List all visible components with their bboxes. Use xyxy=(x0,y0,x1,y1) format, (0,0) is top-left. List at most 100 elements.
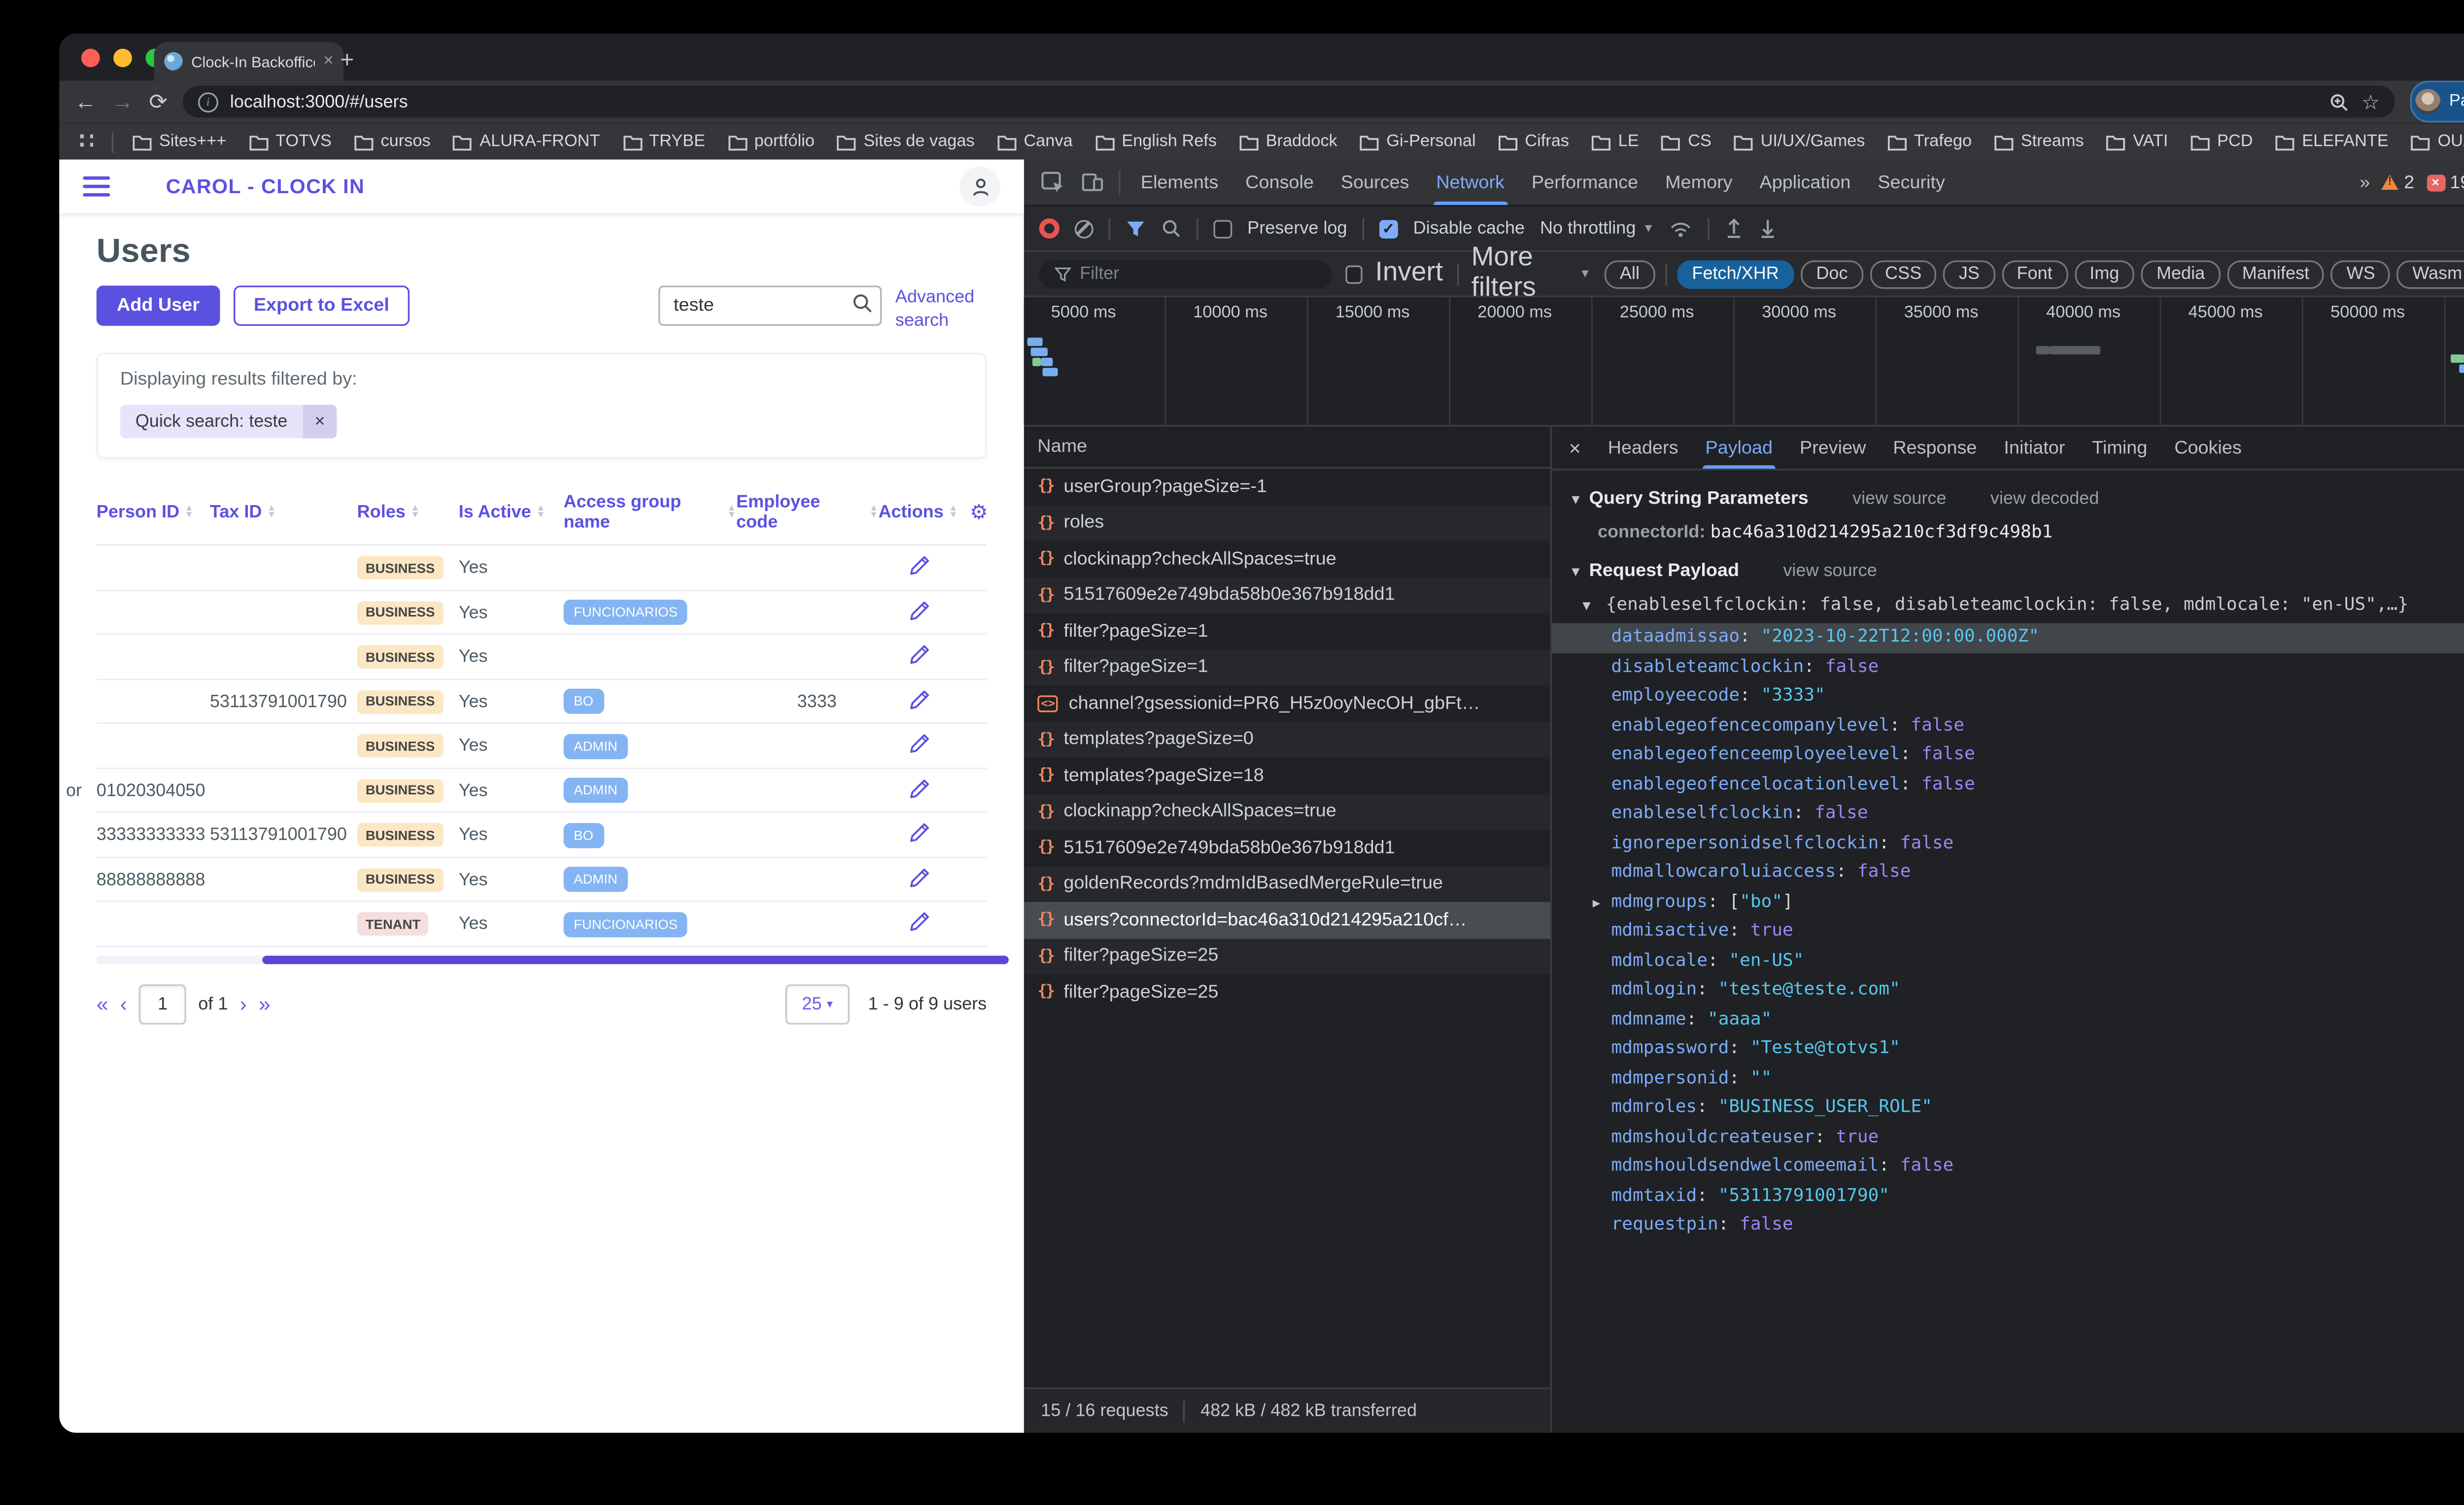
address-bar[interactable]: i localhost:3000/#/users ☆ xyxy=(182,85,2395,118)
bookmark-item[interactable]: Trafego xyxy=(1887,133,1972,151)
bookmark-item[interactable]: Gi-Personal xyxy=(1359,133,1476,151)
devtools-tab-elements[interactable]: Elements xyxy=(1127,160,1232,205)
collapse-icon[interactable]: ▼ xyxy=(1569,492,1582,508)
detail-tab-response[interactable]: Response xyxy=(1880,427,1990,469)
payload-entry[interactable]: mdmallowcaroluiaccess: false xyxy=(1552,858,2464,888)
request-row[interactable]: {} clockinapp?checkAllSpaces=true xyxy=(1024,793,1550,830)
edit-pencil-icon[interactable] xyxy=(878,599,930,620)
column-header-is-active[interactable]: Is Active ▲ ▼ xyxy=(459,503,564,523)
edit-pencil-icon[interactable] xyxy=(878,732,930,754)
table-row[interactable]: BUSINESS Yes xyxy=(96,636,987,680)
request-row[interactable]: {} goldenRecords?mdmIdBasedMergeRule=true xyxy=(1024,866,1550,902)
minimize-window-button[interactable] xyxy=(113,48,132,68)
site-info-icon[interactable]: i xyxy=(198,91,218,112)
zoom-in-icon[interactable] xyxy=(2329,92,2350,112)
request-row[interactable]: {} filter?pageSize=1 xyxy=(1024,649,1550,685)
inspect-element-icon[interactable] xyxy=(1032,160,1073,205)
request-type-chip-doc[interactable]: Doc xyxy=(1801,259,1863,288)
bookmark-item[interactable]: TOTVS xyxy=(248,133,332,151)
import-har-icon[interactable] xyxy=(1725,218,1744,239)
browser-tab[interactable]: Clock-In Backoffice | Dashbo × xyxy=(154,42,344,81)
menu-icon[interactable] xyxy=(83,176,110,197)
request-type-chip-font[interactable]: Font xyxy=(2001,259,2068,288)
search-input[interactable] xyxy=(658,285,882,326)
close-window-button[interactable] xyxy=(81,48,100,68)
column-header-tax-id[interactable]: Tax ID ▲ ▼ xyxy=(210,503,357,523)
edit-pencil-icon[interactable] xyxy=(878,911,930,932)
payload-entry[interactable]: disableteamclockin: false xyxy=(1552,652,2464,682)
filter-chip-close-icon[interactable]: × xyxy=(303,405,337,439)
devtools-tab-console[interactable]: Console xyxy=(1232,160,1328,205)
bookmark-item[interactable]: OUZ xyxy=(2410,133,2464,151)
issues-indicator[interactable]: × 19 xyxy=(2426,172,2464,192)
reload-icon[interactable]: ⟳ xyxy=(149,91,167,112)
request-row[interactable]: {} 51517609e2e749bda58b0e367b918dd1 xyxy=(1024,577,1550,614)
network-conditions-icon[interactable] xyxy=(1670,218,1693,239)
request-row[interactable]: {} users?connectorId=bac46a310d214295a210… xyxy=(1024,902,1550,938)
bookmark-item[interactable]: Cifras xyxy=(1498,133,1569,151)
column-header-person-id[interactable]: Person ID ▲ ▼ xyxy=(97,503,210,523)
bookmark-item[interactable]: UI/UX/Games xyxy=(1734,133,1865,151)
payload-entry[interactable]: mdmisactive: true xyxy=(1552,917,2464,947)
request-row[interactable]: <> channel?gsessionid=PR6_H5z0oyNecOH_gbF… xyxy=(1024,685,1550,721)
request-row[interactable]: {} clockinapp?checkAllSpaces=true xyxy=(1024,541,1550,577)
request-type-chip-js[interactable]: JS xyxy=(1943,259,1995,288)
apps-grid-icon[interactable] xyxy=(76,133,93,151)
bookmark-item[interactable]: Streams xyxy=(1994,133,2084,151)
view-decoded-link[interactable]: view decoded xyxy=(1990,489,2099,509)
profile-paused-badge[interactable]: Paused xyxy=(2410,80,2464,123)
back-icon[interactable]: ← xyxy=(74,91,97,112)
payload-entry[interactable]: mdmpersonid: "" xyxy=(1552,1064,2464,1094)
view-source-link[interactable]: view source xyxy=(1783,561,1877,581)
search-icon[interactable] xyxy=(852,292,874,314)
payload-entry[interactable]: employeecode: "3333" xyxy=(1552,682,2464,712)
payload-entry[interactable]: mdmlocale: "en-US" xyxy=(1552,947,2464,976)
payload-entry[interactable]: ▶ mdmgroups: ["bo"] xyxy=(1552,888,2464,917)
detail-tab-payload[interactable]: Payload xyxy=(1692,427,1786,469)
bookmark-item[interactable]: cursos xyxy=(354,133,431,151)
payload-entry[interactable]: mdmshouldsendwelcomeemail: false xyxy=(1552,1152,2464,1182)
close-detail-icon[interactable]: × xyxy=(1555,427,1594,469)
bookmark-item[interactable]: Sites+++ xyxy=(132,133,226,151)
network-filter-input[interactable]: Filter xyxy=(1039,259,1333,288)
detail-tab-cookies[interactable]: Cookies xyxy=(2161,427,2255,469)
search-network-icon[interactable] xyxy=(1161,218,1181,239)
devtools-tab-memory[interactable]: Memory xyxy=(1652,160,1746,205)
more-panels-icon[interactable]: » xyxy=(2360,172,2370,192)
devtools-tab-network[interactable]: Network xyxy=(1423,160,1518,205)
disable-cache-checkbox[interactable]: ✓ xyxy=(1379,219,1398,238)
view-source-link[interactable]: view source xyxy=(1852,489,1946,509)
account-button[interactable] xyxy=(959,166,1000,207)
more-filters-select[interactable]: More filters ▼ xyxy=(1472,243,1591,304)
tab-close-icon[interactable]: × xyxy=(324,52,334,70)
request-type-chip-wasm[interactable]: Wasm xyxy=(2397,259,2464,288)
request-type-chip-manifest[interactable]: Manifest xyxy=(2226,259,2325,288)
payload-entry[interactable]: mdmpassword: "Teste@totvs1" xyxy=(1552,1035,2464,1064)
bookmark-item[interactable]: Sites de vagas xyxy=(836,133,975,151)
expand-icon[interactable]: ▶ xyxy=(1593,889,1601,916)
payload-entry[interactable]: mdmlogin: "teste@teste.com" xyxy=(1552,976,2464,1005)
request-row[interactable]: {} filter?pageSize=1 xyxy=(1024,613,1550,649)
horizontal-scrollbar-thumb[interactable] xyxy=(262,955,1009,964)
payload-entry[interactable]: enablegeofencecompanylevel: false xyxy=(1552,711,2464,741)
table-row[interactable]: 88888888888 BUSINESS Yes ADMIN xyxy=(96,858,987,903)
payload-entry[interactable]: mdmtaxid: "53113791001790" xyxy=(1552,1182,2464,1211)
payload-entry[interactable]: enablegeofencelocationlevel: false xyxy=(1552,770,2464,800)
bookmark-item[interactable]: portfólio xyxy=(727,133,815,151)
edit-pencil-icon[interactable] xyxy=(878,688,930,710)
preserve-log-checkbox[interactable] xyxy=(1213,219,1232,238)
bookmark-item[interactable]: Braddock xyxy=(1239,133,1337,151)
bookmark-item[interactable]: ALURA-FRONT xyxy=(452,133,600,151)
collapse-icon[interactable]: ▼ xyxy=(1569,564,1582,580)
bookmark-item[interactable]: PCD xyxy=(2190,133,2253,151)
table-row[interactable]: TENANT Yes FUNCIONARIOS xyxy=(96,903,987,947)
column-header-roles[interactable]: Roles ▲ ▼ xyxy=(357,503,459,523)
devtools-tab-performance[interactable]: Performance xyxy=(1518,160,1651,205)
page-number-input[interactable] xyxy=(139,984,187,1025)
request-type-chip-img[interactable]: Img xyxy=(2074,259,2135,288)
bookmark-item[interactable]: CS xyxy=(1661,133,1711,151)
advanced-search-link[interactable]: Advanced search xyxy=(895,285,987,333)
bookmark-item[interactable]: VATI xyxy=(2106,133,2168,151)
column-header-actions[interactable]: Actions ▲ ▼ xyxy=(878,503,969,523)
payload-entry[interactable]: ignorepersonidselfclockin: false xyxy=(1552,829,2464,858)
